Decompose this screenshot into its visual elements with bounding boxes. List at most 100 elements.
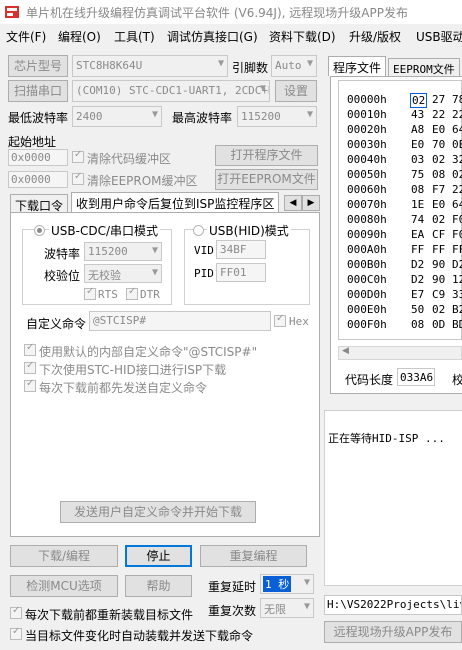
- scroll-left-icon[interactable]: ◀: [342, 346, 349, 356]
- code-address-input[interactable]: 0x0000: [8, 149, 68, 166]
- hex-byte[interactable]: F0: [452, 213, 462, 226]
- rts-checkbox[interactable]: [84, 286, 96, 300]
- max-baud-combo[interactable]: 115200 ▼: [237, 106, 317, 127]
- hex-byte[interactable]: 64: [452, 198, 462, 211]
- hex-byte[interactable]: 02: [432, 303, 445, 316]
- hex-byte[interactable]: 02: [410, 93, 428, 108]
- usb-cdc-radio[interactable]: [34, 225, 45, 236]
- dtr-checkbox[interactable]: [126, 286, 138, 300]
- hex-byte[interactable]: 12: [452, 273, 462, 286]
- hex-byte[interactable]: CF: [432, 228, 445, 241]
- hex-byte[interactable]: 1E: [411, 198, 424, 211]
- scan-port-button[interactable]: 扫描串口: [8, 80, 68, 102]
- menu-file[interactable]: 文件(F): [6, 28, 46, 45]
- hex-byte[interactable]: D2: [411, 273, 424, 286]
- open-eeprom-button[interactable]: 打开EEPROM文件: [215, 169, 318, 190]
- hex-byte[interactable]: 02: [432, 213, 445, 226]
- hex-byte[interactable]: 75: [411, 168, 424, 181]
- vid-input[interactable]: 34BF: [216, 240, 266, 259]
- auto-send-checkbox[interactable]: [10, 626, 22, 640]
- clear-code-checkbox[interactable]: [72, 149, 84, 163]
- usb-hid-radio[interactable]: [193, 225, 204, 236]
- menu-upgrade[interactable]: 升级/版权: [349, 28, 401, 45]
- hex-byte[interactable]: 0E: [452, 138, 462, 151]
- publish-upgrade-button[interactable]: 远程现场升级APP发布: [324, 621, 462, 643]
- hex-byte[interactable]: 02: [432, 153, 445, 166]
- hex-byte[interactable]: 02: [452, 168, 462, 181]
- clear-eeprom-checkbox[interactable]: [72, 171, 84, 185]
- hex-byte[interactable]: D2: [411, 258, 424, 271]
- hex-byte[interactable]: FF: [411, 243, 424, 256]
- hex-byte[interactable]: 22: [432, 108, 445, 121]
- hex-byte[interactable]: 32: [452, 153, 462, 166]
- repeat-delay-combo[interactable]: 1 秒 ▼: [260, 574, 314, 594]
- hex-byte[interactable]: 64: [452, 123, 462, 136]
- hex-byte[interactable]: 43: [411, 108, 424, 121]
- pins-combo[interactable]: Auto ▼: [271, 55, 317, 77]
- hex-byte[interactable]: 70: [432, 138, 445, 151]
- hex-byte[interactable]: 27: [432, 93, 445, 106]
- hex-byte[interactable]: FF: [432, 243, 445, 256]
- hex-byte[interactable]: E0: [432, 123, 445, 136]
- port-combo[interactable]: (COM10) STC-CDC1-UART1, 2CDC+HID ▼: [72, 80, 270, 102]
- hex-byte[interactable]: 08: [411, 183, 424, 196]
- cdc-parity-combo[interactable]: 无校验 ▼: [84, 264, 162, 283]
- hex-byte[interactable]: B2: [452, 303, 462, 316]
- hex-byte[interactable]: 50: [411, 303, 424, 316]
- hex-byte[interactable]: 33: [452, 288, 462, 301]
- hex-checkbox[interactable]: [274, 313, 286, 327]
- tab-download-password[interactable]: 下载口令: [10, 194, 69, 213]
- hex-byte[interactable]: 22: [452, 183, 462, 196]
- hex-byte[interactable]: E7: [411, 288, 424, 301]
- hex-byte[interactable]: E0: [411, 138, 424, 151]
- custom-command-input[interactable]: @STCISP#: [89, 311, 271, 331]
- tab-program-file[interactable]: 程序文件: [328, 56, 387, 76]
- tab-eeprom-file[interactable]: EEPROM文件: [388, 58, 460, 76]
- default-command-checkbox[interactable]: [24, 342, 36, 356]
- hex-horizontal-scrollbar[interactable]: ◀: [338, 346, 462, 360]
- repeat-program-button[interactable]: 重复编程: [200, 545, 307, 567]
- hex-byte[interactable]: D2: [452, 258, 462, 271]
- hex-byte[interactable]: 08: [432, 168, 445, 181]
- hex-byte[interactable]: 78: [452, 93, 462, 106]
- menu-program[interactable]: 编程(O): [58, 28, 101, 45]
- send-custom-command-button[interactable]: 发送用户自定义命令并开始下载: [60, 501, 256, 523]
- tab-isp-reset[interactable]: 收到用户命令后复位到ISP监控程序区: [71, 192, 280, 213]
- pid-input[interactable]: FF01: [216, 263, 266, 282]
- hex-byte[interactable]: C9: [432, 288, 445, 301]
- detect-mcu-button[interactable]: 检测MCU选项: [10, 575, 118, 597]
- tab-scroll-left-icon[interactable]: ◀: [284, 195, 302, 211]
- menu-debug[interactable]: 调试仿真接口(G): [167, 28, 258, 45]
- hex-byte[interactable]: F0: [452, 228, 462, 241]
- hex-byte[interactable]: E0: [432, 198, 445, 211]
- hex-byte[interactable]: EA: [411, 228, 424, 241]
- stop-button[interactable]: 停止: [125, 545, 192, 567]
- min-baud-combo[interactable]: 2400 ▼: [72, 106, 162, 127]
- hex-byte[interactable]: 22: [452, 108, 462, 121]
- hex-byte[interactable]: 90: [432, 258, 445, 271]
- cdc-baud-combo[interactable]: 115200 ▼: [84, 242, 162, 261]
- file-path-input[interactable]: H:\VS2022Projects\livestream: [324, 595, 462, 615]
- port-settings-button[interactable]: 设置: [275, 80, 317, 102]
- download-program-button[interactable]: 下载/编程: [10, 545, 118, 567]
- help-button[interactable]: 帮助: [125, 575, 192, 597]
- hex-byte[interactable]: A8: [411, 123, 424, 136]
- send-before-download-checkbox[interactable]: [24, 378, 36, 392]
- hex-byte[interactable]: F7: [432, 183, 445, 196]
- menu-download[interactable]: 资料下载(D): [269, 28, 336, 45]
- hex-byte[interactable]: 90: [432, 273, 445, 286]
- eeprom-address-input[interactable]: 0x0000: [8, 171, 68, 188]
- hex-byte[interactable]: FF: [452, 243, 462, 256]
- menu-usb-driver[interactable]: USB驱动: [416, 28, 462, 45]
- repeat-count-combo[interactable]: 无限 ▼: [260, 598, 314, 618]
- next-hid-checkbox[interactable]: [24, 360, 36, 374]
- reload-checkbox[interactable]: [10, 605, 22, 619]
- tab-scroll-right-icon[interactable]: ▶: [302, 195, 320, 211]
- hex-byte[interactable]: 03: [411, 153, 424, 166]
- open-program-button[interactable]: 打开程序文件: [215, 145, 318, 166]
- hex-byte[interactable]: 0D: [432, 318, 445, 331]
- hex-view[interactable]: 00000h 02 27 78 00010h 43 22 22 00020h A8 E0 64 0…: [338, 80, 462, 340]
- chip-type-combo[interactable]: STC8H8K64U ▼: [72, 55, 228, 77]
- hex-byte[interactable]: 08: [411, 318, 424, 331]
- menu-tools[interactable]: 工具(T): [114, 28, 155, 45]
